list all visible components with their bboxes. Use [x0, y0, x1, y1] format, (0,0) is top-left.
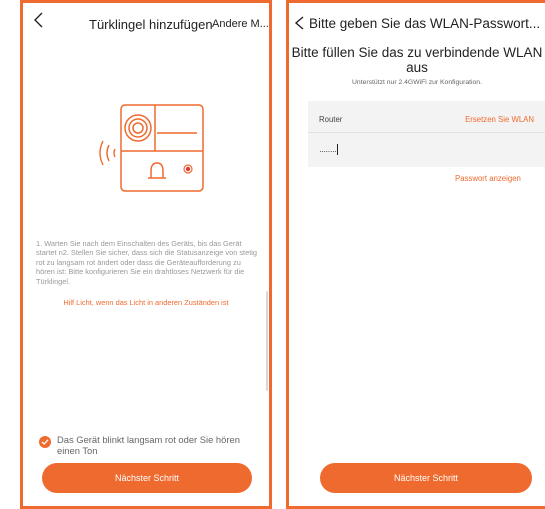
back-button[interactable]	[31, 11, 51, 35]
page-title: Türklingel hinzufügen	[89, 17, 213, 32]
text-caret	[337, 144, 339, 156]
replace-wifi-link[interactable]: Ersetzen Sie WLAN	[465, 115, 534, 124]
router-label: Router	[319, 115, 343, 124]
next-step-button[interactable]: Nächster Schritt	[42, 463, 252, 493]
confirm-label: Das Gerät blinkt langsam rot oder Sie hö…	[57, 434, 240, 456]
scrollbar[interactable]	[266, 291, 268, 391]
light-help-link[interactable]: Hilf Licht, wenn das Licht in anderen Zu…	[23, 298, 269, 307]
divider	[308, 132, 545, 133]
other-method-button[interactable]: Andere M...	[212, 18, 269, 30]
wifi-password-screen: Bitte geben Sie das WLAN-Passwort... Bit…	[286, 0, 545, 509]
password-value: ········	[319, 147, 337, 156]
add-doorbell-screen: Türklingel hinzufügen Andere M... 1. War…	[20, 0, 272, 509]
chevron-left-icon	[34, 12, 43, 28]
chevron-left-icon	[294, 16, 304, 30]
wifi-subtitle: Unterstützt nur 2.4GWiFi zur Konfigurati…	[352, 79, 482, 86]
next-step-button[interactable]: Nächster Schritt	[320, 463, 532, 493]
show-password-link[interactable]: Passwort anzeigen	[455, 174, 521, 183]
page-title: Bitte geben Sie das WLAN-Passwort...	[309, 16, 541, 31]
password-input[interactable]: ········	[319, 141, 519, 157]
instructions-text: 1. Warten Sie nach dem Einschalten des G…	[36, 239, 258, 286]
wifi-form-card: Router Ersetzen Sie WLAN ········	[308, 101, 545, 167]
wifi-heading: Bitte füllen Sie das zu verbindende WLAN…	[291, 45, 543, 75]
doorbell-illustration	[99, 104, 204, 192]
back-button[interactable]	[293, 15, 307, 33]
checkbox-checked-icon[interactable]	[39, 436, 51, 448]
